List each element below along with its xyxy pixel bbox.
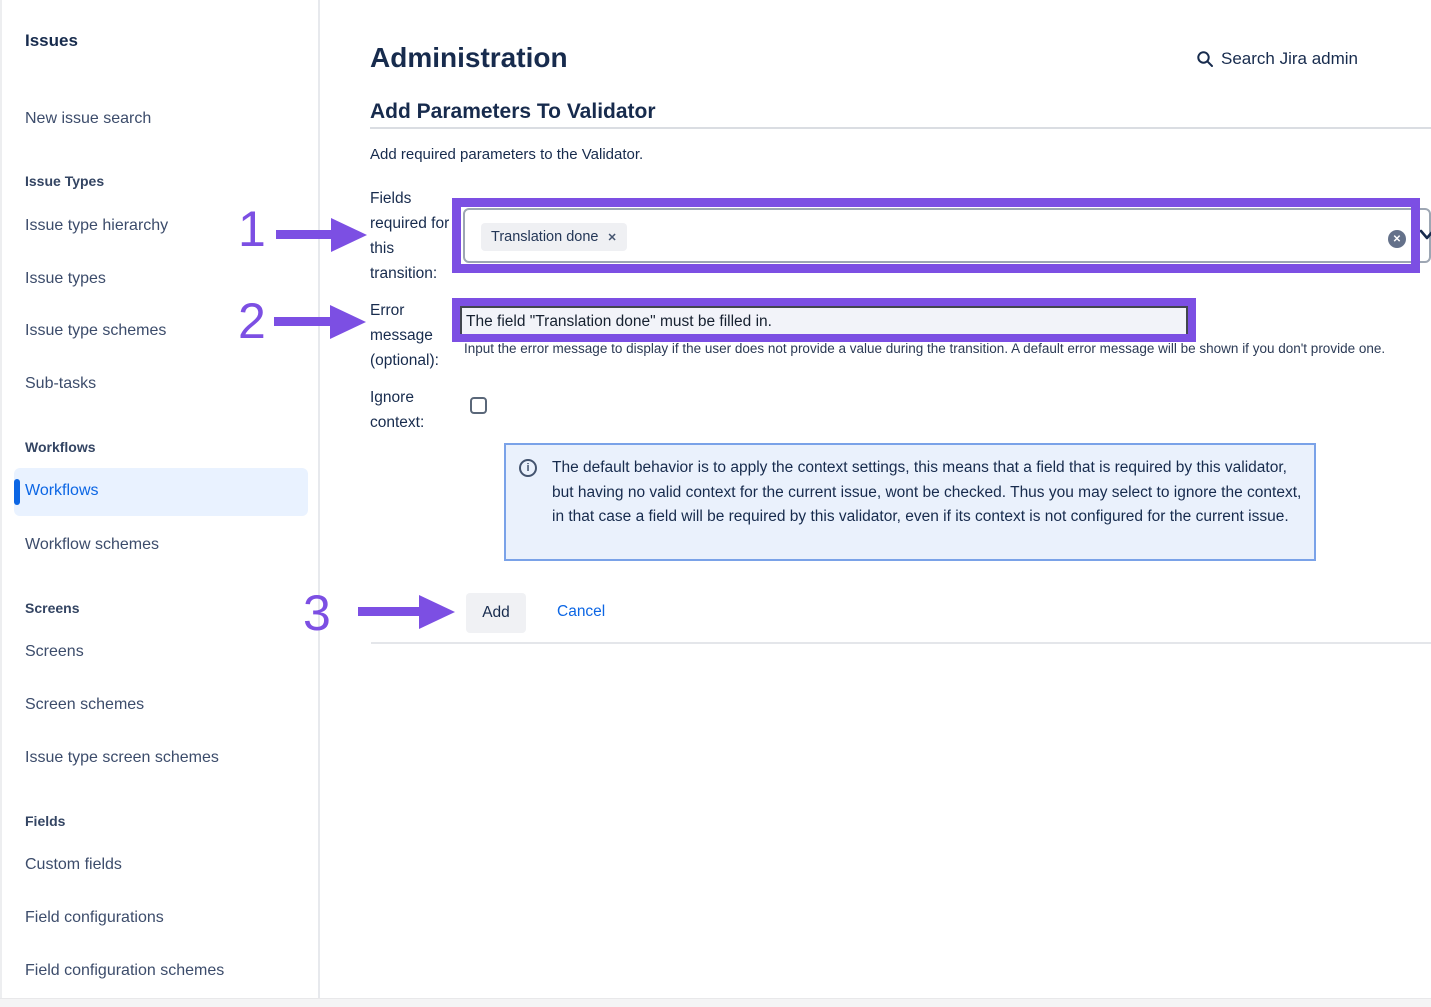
sidebar: Issues New issue search Issue Types Issu… [0,0,320,1007]
sidebar-item-field-configuration-schemes[interactable]: Field configuration schemes [25,962,224,980]
select-clear-icon[interactable]: ✕ [1388,230,1406,248]
sidebar-item-workflows[interactable]: Workflows [14,468,308,516]
selected-field-tag: Translation done ✕ [481,223,627,251]
info-icon: i [519,459,537,477]
tag-remove-icon[interactable]: ✕ [607,231,616,244]
search-icon [1196,50,1214,68]
sidebar-title: Issues [25,31,78,51]
annotation-number-3: 3 [303,588,331,638]
sidebar-item-screen-schemes[interactable]: Screen schemes [25,696,144,714]
sidebar-header-workflows: Workflows [25,439,96,455]
sidebar-header-screens: Screens [25,600,79,616]
bottom-scroll-strip [0,998,1431,1007]
annotation-number-1: 1 [238,204,266,254]
sidebar-item-sub-tasks[interactable]: Sub-tasks [25,375,96,393]
sidebar-item-label: Workflows [25,482,99,500]
sidebar-item-screens[interactable]: Screens [25,643,84,661]
sidebar-item-workflow-schemes[interactable]: Workflow schemes [25,536,159,554]
sidebar-header-fields: Fields [25,813,65,829]
sidebar-item-new-issue-search[interactable]: New issue search [25,110,151,128]
sidebar-item-issue-type-screen-schemes[interactable]: Issue type screen schemes [25,749,219,767]
sidebar-item-issue-type-schemes[interactable]: Issue type schemes [25,322,166,340]
info-box-text: The default behavior is to apply the con… [552,456,1302,530]
error-message-help: Input the error message to display if th… [464,341,1431,356]
fields-required-label: Fields required for this transition: [370,186,460,286]
error-message-input[interactable] [459,305,1189,338]
sidebar-item-issue-types[interactable]: Issue types [25,270,106,288]
admin-search[interactable]: Search Jira admin [1196,49,1358,69]
form-description: Add required parameters to the Validator… [370,146,643,163]
sidebar-item-custom-fields[interactable]: Custom fields [25,856,122,874]
sidebar-header-issue-types: Issue Types [25,173,104,189]
error-message-label: Error message (optional): [370,298,465,373]
ignore-context-label: Ignore context: [370,385,455,435]
annotation-number-2: 2 [238,296,266,346]
add-button[interactable]: Add [466,593,526,633]
jira-admin-page: Issues New issue search Issue Types Issu… [0,0,1431,1007]
annotation-arrow-shaft-3 [358,607,420,616]
section-heading: Add Parameters To Validator [370,100,656,124]
selected-indicator-bar [14,479,20,505]
annotation-arrow-head-2 [330,305,366,339]
annotation-arrow-head-1 [331,218,367,252]
admin-search-label: Search Jira admin [1221,49,1358,69]
info-box: i The default behavior is to apply the c… [504,443,1316,561]
annotation-arrow-shaft-2 [274,317,332,326]
fields-required-select[interactable]: Translation done ✕ ✕ [463,208,1431,263]
content-divider [371,642,1431,644]
ignore-context-checkbox[interactable] [470,397,487,414]
page-title: Administration [370,42,568,74]
cancel-link[interactable]: Cancel [557,603,605,621]
heading-rule [370,127,1431,129]
annotation-arrow-shaft-1 [276,230,332,239]
sidebar-item-issue-type-hierarchy[interactable]: Issue type hierarchy [25,217,168,235]
chevron-down-icon[interactable] [1419,228,1431,246]
sidebar-item-field-configurations[interactable]: Field configurations [25,909,164,927]
annotation-arrow-head-3 [419,595,455,629]
selected-field-tag-label: Translation done [491,229,598,245]
